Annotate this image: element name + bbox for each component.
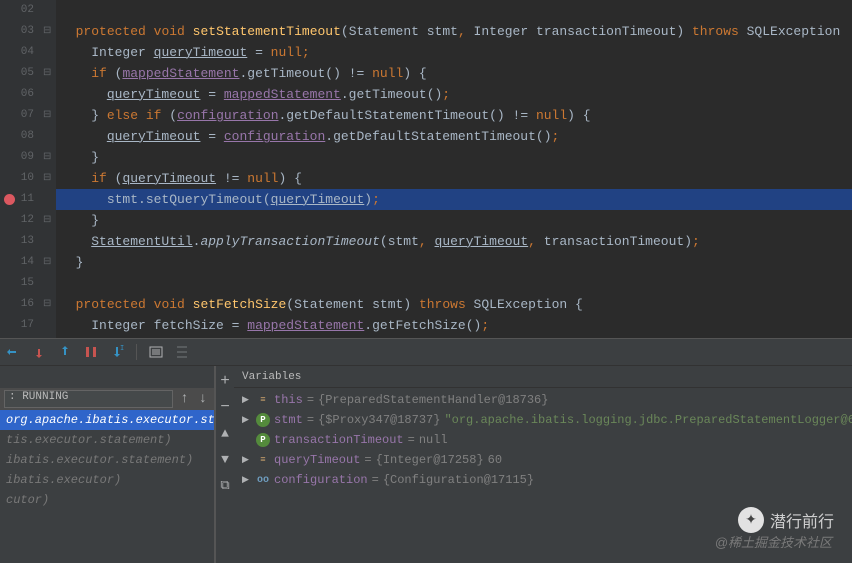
code-editor[interactable]: 02 03 04 05 06 07 08 09 10 11 12 13 14 1… (0, 0, 852, 338)
code-line: queryTimeout = mappedStatement.getTimeou… (60, 84, 852, 105)
next-frame-icon[interactable]: ↓ (196, 391, 210, 407)
variable-kind-icon: P (256, 413, 270, 427)
step-into-icon[interactable] (30, 343, 48, 361)
wechat-icon: ✦ (738, 507, 764, 533)
variable-kind-icon: oo (256, 473, 270, 487)
code-line: } (60, 147, 852, 168)
up-icon[interactable]: ▲ (216, 424, 234, 442)
expand-icon: ▶ (242, 395, 252, 405)
line-gutter: 02 03 04 05 06 07 08 09 10 11 12 13 14 1… (0, 0, 40, 338)
code-line: } (60, 252, 852, 273)
code-line: protected void setStatementTimeout(State… (60, 21, 852, 42)
toolbar-separator (136, 344, 137, 360)
juejin-watermark: @稀土掘金技术社区 (715, 532, 832, 551)
frame-item[interactable]: tis.executor.statement) (0, 430, 214, 450)
step-over-icon[interactable] (4, 343, 22, 361)
code-line: if (mappedStatement.getTimeout() != null… (60, 63, 852, 84)
code-line: } (60, 210, 852, 231)
thread-selector[interactable]: : RUNNING ↑ ↓ (0, 388, 214, 410)
variables-header: Variables (234, 366, 852, 388)
run-to-cursor-icon[interactable]: I (108, 343, 126, 361)
step-out-icon[interactable] (56, 343, 74, 361)
fold-column[interactable]: ⊟ ⊟ ⊟ ⊟ ⊟ ⊟ ⊟ ⊟ (40, 0, 56, 338)
variable-row[interactable]: P transactionTimeout = null (234, 430, 852, 450)
frame-item[interactable]: org.apache.ibatis.executor.statement) (0, 410, 214, 430)
down-icon[interactable]: ▼ (216, 450, 234, 468)
evaluate-expression-icon[interactable] (147, 343, 165, 361)
code-line: queryTimeout = configuration.getDefaultS… (60, 126, 852, 147)
code-line: Integer fetchSize = mappedStatement.getF… (60, 315, 852, 336)
execution-line: stmt.setQueryTimeout(queryTimeout); (56, 189, 852, 210)
remove-watch-icon[interactable]: − (216, 398, 234, 416)
debug-toolbar: I (0, 338, 852, 366)
code-line: } else if (configuration.getDefaultState… (60, 105, 852, 126)
expand-icon: ▶ (242, 415, 252, 425)
frame-item[interactable]: ibatis.executor) (0, 470, 214, 490)
expand-icon: ▶ (242, 455, 252, 465)
variable-kind-icon: P (256, 433, 270, 447)
trace-icon[interactable] (173, 343, 191, 361)
wechat-watermark: ✦ 潜行前行 (738, 507, 834, 533)
code-line: if (queryTimeout != null) { (60, 168, 852, 189)
force-step-icon[interactable] (82, 343, 100, 361)
prev-frame-icon[interactable]: ↑ (177, 391, 191, 407)
code-area[interactable]: protected void setStatementTimeout(State… (56, 0, 852, 338)
variables-list[interactable]: ▶ ≡ this = {PreparedStatementHandler@187… (234, 388, 852, 490)
copy-icon[interactable]: ⧉ (216, 476, 234, 494)
variable-row[interactable]: ▶ ≡ this = {PreparedStatementHandler@187… (234, 390, 852, 410)
frame-list[interactable]: org.apache.ibatis.executor.statement) ti… (0, 410, 214, 563)
new-watch-icon[interactable]: + (216, 372, 234, 390)
expand-icon: ▶ (242, 475, 252, 485)
variable-row[interactable]: ▶ oo configuration = {Configuration@1711… (234, 470, 852, 490)
variable-row[interactable]: ▶ P stmt = {$Proxy347@18737} "org.apache… (234, 410, 852, 430)
code-line: protected void setFetchSize(Statement st… (60, 294, 852, 315)
frames-panel: : RUNNING ↑ ↓ org.apache.ibatis.executor… (0, 366, 215, 563)
variable-row[interactable]: ▶ ≡ queryTimeout = {Integer@17258} 60 (234, 450, 852, 470)
frame-item[interactable]: ibatis.executor.statement) (0, 450, 214, 470)
code-line: Integer queryTimeout = null; (60, 42, 852, 63)
frame-toolbar: + − ▲ ▼ ⧉ (215, 366, 234, 563)
variable-kind-icon: ≡ (256, 393, 270, 407)
breakpoint-icon[interactable] (4, 194, 15, 205)
code-line: StatementUtil.applyTransactionTimeout(st… (60, 231, 852, 252)
frame-item[interactable]: cutor) (0, 490, 214, 510)
svg-text:I: I (120, 345, 124, 353)
variable-kind-icon: ≡ (256, 453, 270, 467)
